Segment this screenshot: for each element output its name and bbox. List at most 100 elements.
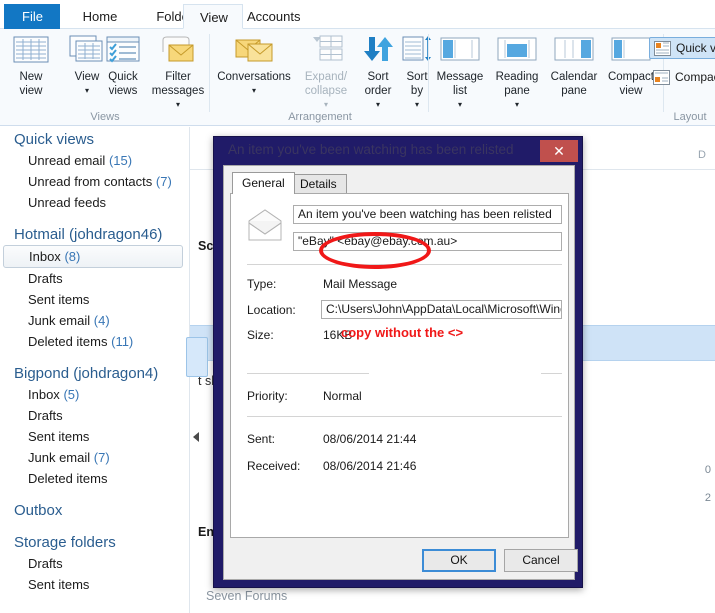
- unread-count: (8): [64, 249, 81, 264]
- new-view-button[interactable]: New view: [4, 34, 58, 98]
- reading-pane-button[interactable]: Reading pane ▾: [489, 34, 545, 111]
- sort-order-chevron-down-icon[interactable]: ▾: [376, 99, 380, 112]
- expand-collapse-button: Expand/ collapse ▾: [297, 34, 355, 111]
- conversations-chevron-down-icon[interactable]: ▾: [252, 85, 256, 98]
- compact-layout-option[interactable]: Compact: [649, 67, 715, 89]
- conversations-button[interactable]: Conversations ▾: [213, 34, 295, 98]
- quick-view-layout-option[interactable]: Quick view: [649, 37, 715, 59]
- location-field[interactable]: C:\Users\John\AppData\Local\Microsoft\Wi…: [321, 300, 562, 319]
- expand-collapse-icon: [297, 34, 355, 68]
- group-divider: [209, 34, 210, 112]
- general-tab-panel: An item you've been watching has been re…: [230, 193, 569, 538]
- watermark-text: Seven Forums: [206, 589, 288, 603]
- sidebar-item-bigpond-sent-items[interactable]: Sent items: [0, 426, 188, 447]
- expand-label-1: Expand/: [304, 70, 348, 83]
- sidebar-header-outbox[interactable]: Outbox: [0, 498, 188, 521]
- sidebar-item-hotmail-drafts[interactable]: Drafts: [0, 268, 188, 289]
- unread-count: (7): [93, 450, 110, 465]
- filter-messages-button[interactable]: Filter messages ▾: [146, 34, 210, 111]
- tab-file[interactable]: File: [4, 4, 60, 29]
- sidebar-item-storage-drafts[interactable]: Drafts: [0, 553, 188, 574]
- sidebar-item-unread-feeds[interactable]: Unread feeds: [0, 192, 188, 213]
- dialog-title: An item you've been watching has been re…: [228, 142, 514, 157]
- received-label: Received:: [247, 459, 301, 473]
- tab-accounts[interactable]: Accounts: [231, 4, 313, 29]
- dialog-body: General Details An item you've been watc…: [223, 165, 578, 580]
- priority-value: Normal: [323, 389, 362, 403]
- message-list-button[interactable]: Message list ▾: [432, 34, 488, 111]
- reading-pane-label-2: pane: [504, 85, 530, 97]
- collapse-arrow-icon[interactable]: [193, 432, 199, 442]
- sort-order-label-2: order: [364, 85, 392, 97]
- ribbon-tab-bar: File Home Folders View Accounts: [0, 0, 715, 29]
- sidebar-item-label: Sent items: [28, 577, 90, 592]
- divider: [247, 373, 369, 374]
- sidebar-item-label: Sent items: [28, 292, 90, 307]
- sidebar-item-hotmail-sent-items[interactable]: Sent items: [0, 289, 188, 310]
- conversations-label: Conversations: [217, 70, 291, 83]
- expand-chevron-down-icon: ▾: [323, 99, 328, 109]
- tab-home[interactable]: Home: [63, 4, 137, 29]
- ribbon-group-label-views: Views: [90, 111, 120, 123]
- sidebar-header-bigpond: Bigpond (johdragon4): [14, 365, 159, 382]
- unread-count: (15): [108, 153, 133, 168]
- sidebar-item-storage-sent-items[interactable]: Sent items: [0, 574, 188, 595]
- filter-chevron-down-icon[interactable]: ▾: [176, 99, 180, 112]
- sidebar-item-bigpond-drafts[interactable]: Drafts: [0, 405, 188, 426]
- message-list-column-header[interactable]: D: [698, 149, 706, 161]
- sidebar-item-label: Junk email: [28, 313, 91, 328]
- filter-label-1: Filter: [165, 70, 191, 83]
- divider: [247, 416, 562, 417]
- group-divider: [428, 34, 429, 112]
- from-field[interactable]: "eBay" <ebay@ebay.com.au>: [293, 232, 562, 251]
- location-label: Location:: [247, 303, 296, 317]
- quick-views-label-1: Quick: [108, 70, 138, 83]
- dialog-title-bar[interactable]: An item you've been watching has been re…: [214, 137, 582, 165]
- close-icon[interactable]: ✕: [540, 140, 578, 162]
- sort-by-chevron-down-icon[interactable]: ▾: [415, 99, 419, 112]
- envelope-icon: [245, 207, 285, 243]
- subject-field[interactable]: An item you've been watching has been re…: [293, 205, 562, 224]
- new-view-label-1: New: [19, 70, 43, 83]
- sidebar-item-bigpond-junk-email[interactable]: Junk email (7): [0, 447, 188, 468]
- message-list-chevron-down-icon[interactable]: ▾: [458, 99, 462, 112]
- calendar-pane-icon: [546, 34, 602, 68]
- quick-view-layout-icon: [654, 41, 671, 61]
- sidebar-header-quick-views: Quick views: [14, 131, 95, 148]
- pane-handle[interactable]: [186, 337, 208, 377]
- message-list-label-1: Message: [436, 70, 484, 83]
- divider: [247, 264, 562, 265]
- unread-count: (7): [155, 174, 172, 189]
- compact-layout-icon: [653, 70, 670, 90]
- sidebar-item-bigpond-inbox[interactable]: Inbox (5): [0, 384, 188, 405]
- sidebar-item-hotmail-deleted-items[interactable]: Deleted items (11): [0, 331, 188, 352]
- message-meta: 2: [704, 492, 711, 504]
- unread-count: (11): [111, 334, 134, 349]
- unread-count: (5): [63, 387, 80, 402]
- cancel-button[interactable]: Cancel: [504, 549, 578, 572]
- sidebar-item-unread-from-contacts[interactable]: Unread from contacts (7): [0, 171, 188, 192]
- type-value: Mail Message: [323, 277, 398, 291]
- ok-button[interactable]: OK: [422, 549, 496, 572]
- sidebar-item-unread-email[interactable]: Unread email (15): [0, 150, 188, 171]
- quick-views-button[interactable]: Quick views: [98, 34, 148, 98]
- quick-view-layout-label: Quick view: [676, 41, 715, 55]
- sidebar-item-hotmail-junk-email[interactable]: Junk email (4): [0, 310, 188, 331]
- sidebar-item-label: Sent items: [28, 429, 90, 444]
- sidebar-item-hotmail-inbox[interactable]: Inbox (8): [3, 245, 183, 268]
- ribbon-group-arrangement: Conversations ▾ Expand/ collapse ▾ Sort …: [211, 29, 431, 126]
- reading-pane-icon: [489, 34, 545, 68]
- folder-sidebar[interactable]: Quick views Unread email (15) Unread fro…: [0, 127, 188, 613]
- calendar-pane-button[interactable]: Calendar pane: [546, 34, 602, 98]
- sidebar-item-bigpond-deleted-items[interactable]: Deleted items: [0, 468, 188, 489]
- reading-pane-label-1: Reading: [495, 70, 539, 83]
- sidebar-header-storage-folders: Storage folders: [14, 534, 116, 551]
- tab-details[interactable]: Details: [290, 174, 347, 194]
- sort-order-button[interactable]: Sort order ▾: [357, 34, 399, 111]
- tab-general[interactable]: General: [232, 172, 295, 194]
- chevron-down-icon[interactable]: ▾: [85, 85, 89, 98]
- sidebar-item-label: Junk email: [28, 450, 91, 465]
- message-list-label-2: list: [452, 85, 468, 97]
- reading-pane-chevron-down-icon[interactable]: ▾: [515, 99, 519, 112]
